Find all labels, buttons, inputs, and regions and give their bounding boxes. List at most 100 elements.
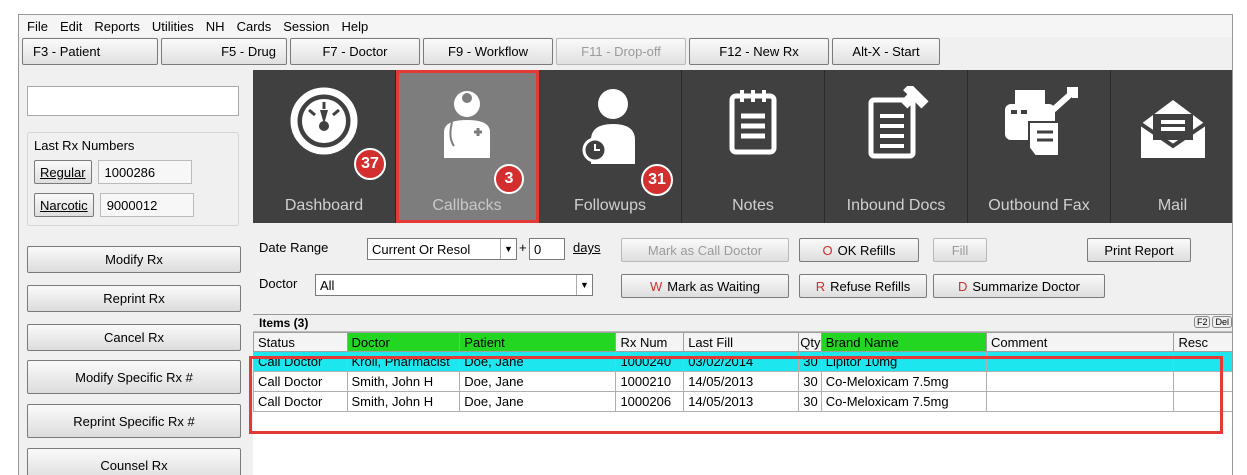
col-status[interactable]: Status: [253, 332, 348, 352]
doctor-button[interactable]: F7 - Doctor: [290, 38, 420, 65]
inbound-doc-icon: [868, 86, 929, 159]
start-button[interactable]: Alt-X - Start: [832, 38, 940, 65]
col-qty[interactable]: Qty: [798, 332, 822, 352]
cell-status: Call Doctor: [253, 391, 348, 412]
cell-doctor: Kroll, Pharmacist: [346, 351, 461, 372]
new-rx-button[interactable]: F12 - New Rx: [689, 38, 829, 65]
mark-call-doctor-button[interactable]: Mark as Call Doctor: [621, 238, 789, 262]
search-input[interactable]: [27, 86, 239, 116]
tile-notes-label: Notes: [732, 197, 774, 214]
mark-waiting-label: Mark as Waiting: [667, 278, 760, 294]
narcotic-label: Narcotic: [40, 197, 88, 213]
tile-callbacks[interactable]: 3 Callbacks: [396, 70, 539, 223]
toolbar: F3 - Patient F5 - Drug F7 - Doctor F9 - …: [19, 38, 1232, 66]
modify-specific-rx-button[interactable]: Modify Specific Rx #: [27, 360, 241, 394]
print-report-button[interactable]: Print Report: [1087, 238, 1191, 262]
cell-last-fill: 14/05/2013: [683, 371, 800, 392]
regular-rx-number: 1000286: [97, 160, 192, 184]
menu-reports[interactable]: Reports: [94, 19, 140, 34]
cell-patient: Doe, Jane: [459, 391, 617, 412]
mail-icon: [1139, 100, 1206, 158]
refuse-refills-key: R: [815, 278, 826, 294]
counsel-rx-button[interactable]: Counsel Rx: [27, 448, 241, 475]
reprint-rx-button[interactable]: Reprint Rx: [27, 285, 241, 312]
fill-button[interactable]: Fill: [933, 238, 987, 262]
table-row[interactable]: Call Doctor Kroll, Pharmacist Doe, Jane …: [253, 351, 1232, 372]
tile-followups[interactable]: 31 Followups: [539, 70, 682, 223]
tile-mail-label: Mail: [1157, 197, 1188, 214]
tile-notes[interactable]: Notes: [682, 70, 825, 223]
ok-refills-key: O: [822, 242, 833, 258]
items-header: Items (3) F2 Del: [253, 315, 1232, 332]
refuse-refills-label: Refuse Refills: [830, 278, 911, 294]
plus-label: +: [519, 240, 527, 255]
menu-utilities[interactable]: Utilities: [152, 19, 194, 34]
tile-inbound-docs[interactable]: Inbound Docs: [825, 70, 968, 223]
del-key-badge[interactable]: Del: [1212, 316, 1232, 328]
tile-outbound-fax-label: Outbound Fax: [988, 197, 1090, 214]
col-doctor[interactable]: Doctor: [346, 332, 461, 352]
app-window: File Edit Reports Utilities NH Cards Ses…: [18, 14, 1233, 475]
table-row[interactable]: Call Doctor Smith, John H Doe, Jane 1000…: [253, 371, 1232, 392]
refuse-refills-button[interactable]: R Refuse Refills: [799, 274, 927, 298]
workflow-button[interactable]: F9 - Workflow: [423, 38, 553, 65]
person-clock-icon: [582, 89, 635, 164]
cancel-rx-button[interactable]: Cancel Rx: [27, 324, 241, 351]
menu-nh[interactable]: NH: [206, 19, 225, 34]
menu-bar: File Edit Reports Utilities NH Cards Ses…: [19, 15, 1232, 37]
cell-comment: [985, 391, 1175, 412]
date-range-value: Current Or Resol: [372, 241, 471, 257]
col-brand-name[interactable]: Brand Name: [820, 332, 987, 352]
tile-dashboard[interactable]: 37 Dashboard: [253, 70, 396, 223]
summarize-label: Summarize Doctor: [972, 278, 1081, 294]
chevron-down-icon: ▼: [576, 275, 592, 295]
cell-rx-num: 1000240: [615, 351, 685, 372]
narcotic-button[interactable]: Narcotic: [34, 193, 94, 217]
table-row[interactable]: Call Doctor Smith, John H Doe, Jane 1000…: [253, 391, 1232, 412]
notepad-icon: [729, 90, 777, 155]
tile-outbound-fax[interactable]: Outbound Fax: [968, 70, 1111, 223]
modify-rx-button[interactable]: Modify Rx: [27, 246, 241, 273]
patient-button[interactable]: F3 - Patient: [22, 38, 158, 65]
doctor-select[interactable]: All ▼: [315, 274, 593, 296]
menu-cards[interactable]: Cards: [237, 19, 272, 34]
col-patient[interactable]: Patient: [459, 332, 617, 352]
drug-button[interactable]: F5 - Drug: [161, 38, 287, 65]
menu-session[interactable]: Session: [283, 19, 329, 34]
col-comment[interactable]: Comment: [985, 332, 1175, 352]
regular-label: Regular: [40, 164, 86, 180]
doctor-icon: [444, 91, 490, 158]
days-input[interactable]: 0: [529, 238, 565, 260]
mark-waiting-button[interactable]: W Mark as Waiting: [621, 274, 789, 298]
narcotic-rx-number: 9000012: [99, 193, 194, 217]
mark-waiting-key: W: [650, 278, 663, 294]
col-last-fill[interactable]: Last Fill: [683, 332, 800, 352]
menu-help[interactable]: Help: [342, 19, 369, 34]
workflow-tiles: 37 Dashboard 3 Callbacks 31 Followups No…: [253, 70, 1232, 223]
left-panel: Last Rx Numbers Regular 1000286 Narcotic…: [19, 70, 247, 475]
tile-mail[interactable]: Mail: [1111, 70, 1232, 223]
doctor-value: All: [320, 277, 335, 293]
table-header-row: Status Doctor Patient Rx Num Last Fill Q…: [253, 332, 1232, 352]
reprint-specific-rx-button[interactable]: Reprint Specific Rx #: [27, 404, 241, 438]
menu-file[interactable]: File: [27, 19, 48, 34]
cell-rx-num: 1000210: [615, 371, 685, 392]
date-range-select[interactable]: Current Or Resol ▼: [367, 238, 517, 260]
days-value: 0: [534, 241, 542, 257]
cell-qty: 30: [798, 351, 822, 372]
cell-status: Call Doctor: [253, 351, 348, 372]
f2-key-badge[interactable]: F2: [1193, 316, 1211, 328]
ok-refills-button[interactable]: O OK Refills: [799, 238, 919, 262]
summarize-key: D: [957, 278, 968, 294]
menu-edit[interactable]: Edit: [60, 19, 82, 34]
doctor-label: Doctor: [259, 276, 298, 291]
drop-off-button[interactable]: F11 - Drop-off: [556, 38, 686, 65]
col-rx-num[interactable]: Rx Num: [615, 332, 685, 352]
cell-qty: 30: [798, 391, 822, 412]
col-resc[interactable]: Resc: [1173, 332, 1232, 352]
summarize-doctor-button[interactable]: D Summarize Doctor: [933, 274, 1105, 298]
cell-qty: 30: [798, 371, 822, 392]
cell-comment: [985, 371, 1175, 392]
dashboard-badge: 37: [354, 148, 386, 180]
regular-button[interactable]: Regular: [34, 160, 92, 184]
